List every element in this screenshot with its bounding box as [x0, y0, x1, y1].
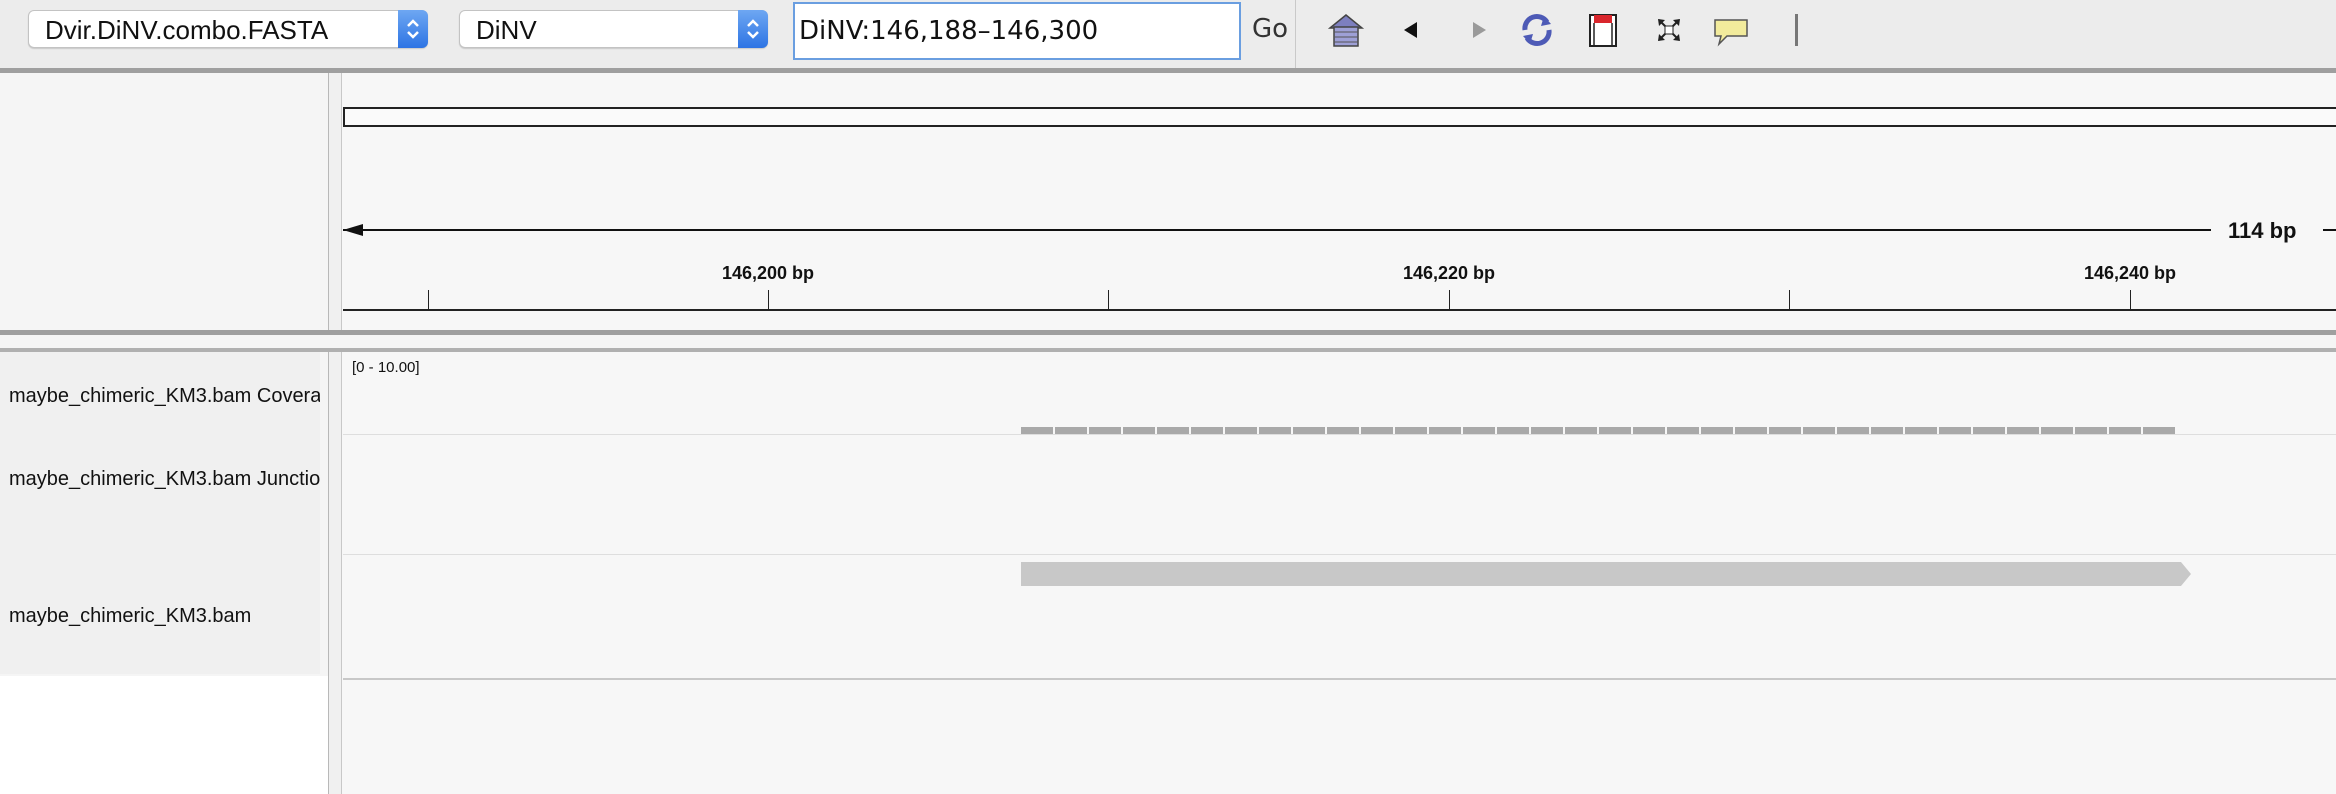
coverage-bar: [1021, 427, 1053, 434]
chevron-updown-icon: [738, 10, 768, 48]
home-icon[interactable]: [1326, 10, 1366, 50]
back-icon[interactable]: [1392, 10, 1432, 50]
chromosome-select-value: DiNV: [476, 15, 537, 45]
refresh-icon[interactable]: [1517, 10, 1557, 50]
coverage-bar: [1905, 427, 1937, 434]
coverage-bar: [1599, 427, 1631, 434]
toolbar: Dvir.DiNV.combo.FASTA DiNV Go: [0, 0, 2336, 73]
chromosome-ideogram[interactable]: [343, 107, 2336, 127]
empty-name-area: [0, 676, 328, 794]
coverage-bar: [1633, 427, 1665, 434]
header-separator: [0, 348, 2336, 352]
coverage-bar: [2109, 427, 2141, 434]
coverage-bar: [1395, 427, 1427, 434]
go-button[interactable]: Go: [1252, 14, 1288, 44]
coverage-bar: [1769, 427, 1801, 434]
coverage-bar: [1089, 427, 1121, 434]
coverage-bar: [1055, 427, 1087, 434]
coverage-bar: [2041, 427, 2073, 434]
coverage-bar: [1327, 427, 1359, 434]
track-name-junctions[interactable]: maybe_chimeric_KM3.bam Junctions: [9, 468, 320, 491]
genome-select-value: Dvir.DiNV.combo.FASTA: [45, 15, 329, 45]
locus-input[interactable]: [793, 2, 1241, 60]
roi-icon[interactable]: [1583, 10, 1623, 50]
toolbar-divider: [1295, 0, 1296, 68]
chevron-updown-icon: [398, 10, 428, 48]
coverage-bar: [1123, 427, 1155, 434]
resize-icon[interactable]: [1649, 10, 1689, 50]
coverage-bar: [1735, 427, 1767, 434]
genome-select[interactable]: Dvir.DiNV.combo.FASTA: [28, 10, 428, 48]
coverage-bar: [1429, 427, 1461, 434]
coverage-bar: [1667, 427, 1699, 434]
coverage-bar: [1973, 427, 2005, 434]
coverage-bar: [2007, 427, 2039, 434]
coverage-range-label: [0 - 10.00]: [352, 359, 420, 376]
alignment-read[interactable]: [1021, 562, 2193, 586]
coverage-bar: [1837, 427, 1869, 434]
chromosome-select[interactable]: DiNV: [459, 10, 768, 48]
coverage-bar: [1565, 427, 1597, 434]
forward-icon[interactable]: [1458, 10, 1498, 50]
coverage-bar: [1871, 427, 1903, 434]
coverage-bar: [1531, 427, 1563, 434]
coverage-bar: [1191, 427, 1223, 434]
coverage-bar: [1939, 427, 1971, 434]
coverage-bar: [2143, 427, 2175, 434]
ruler-tick: [428, 290, 429, 310]
coverage-bar: [1803, 427, 1835, 434]
coverage-track[interactable]: [1021, 425, 2177, 435]
track-separator: [343, 554, 2336, 555]
coverage-bar: [1463, 427, 1495, 434]
ruler-tick: [1449, 290, 1450, 310]
coverage-bar: [1259, 427, 1291, 434]
popup-text-icon[interactable]: [1711, 10, 1751, 50]
coverage-bar: [1293, 427, 1325, 434]
header-gap: [0, 335, 2336, 348]
ruler-tick-label: 146,220 bp: [1402, 263, 1496, 283]
span-label: 114 bp: [2228, 218, 2297, 243]
ruler-tick: [1789, 290, 1790, 310]
toolbar-end-divider: [1795, 14, 1798, 46]
track-separator: [343, 678, 2336, 680]
ruler-tick: [768, 290, 769, 310]
ruler-tick: [1108, 290, 1109, 310]
coverage-bar: [1497, 427, 1529, 434]
ruler-tick-label: 146,240 bp: [2083, 263, 2177, 283]
coverage-bar: [1361, 427, 1393, 434]
coverage-bar: [1225, 427, 1257, 434]
panel-divider[interactable]: [328, 73, 342, 794]
coverage-bar: [2075, 427, 2107, 434]
ruler-tick: [2130, 290, 2131, 310]
coverage-bar: [1157, 427, 1189, 434]
track-name-coverage[interactable]: maybe_chimeric_KM3.bam Coverage: [9, 385, 320, 408]
ruler-baseline: [343, 309, 2336, 311]
span-arrow: [343, 224, 2336, 236]
coverage-bar: [1701, 427, 1733, 434]
track-name-alignments[interactable]: maybe_chimeric_KM3.bam: [9, 605, 320, 628]
ruler-tick-label: 146,200 bp: [721, 263, 815, 283]
